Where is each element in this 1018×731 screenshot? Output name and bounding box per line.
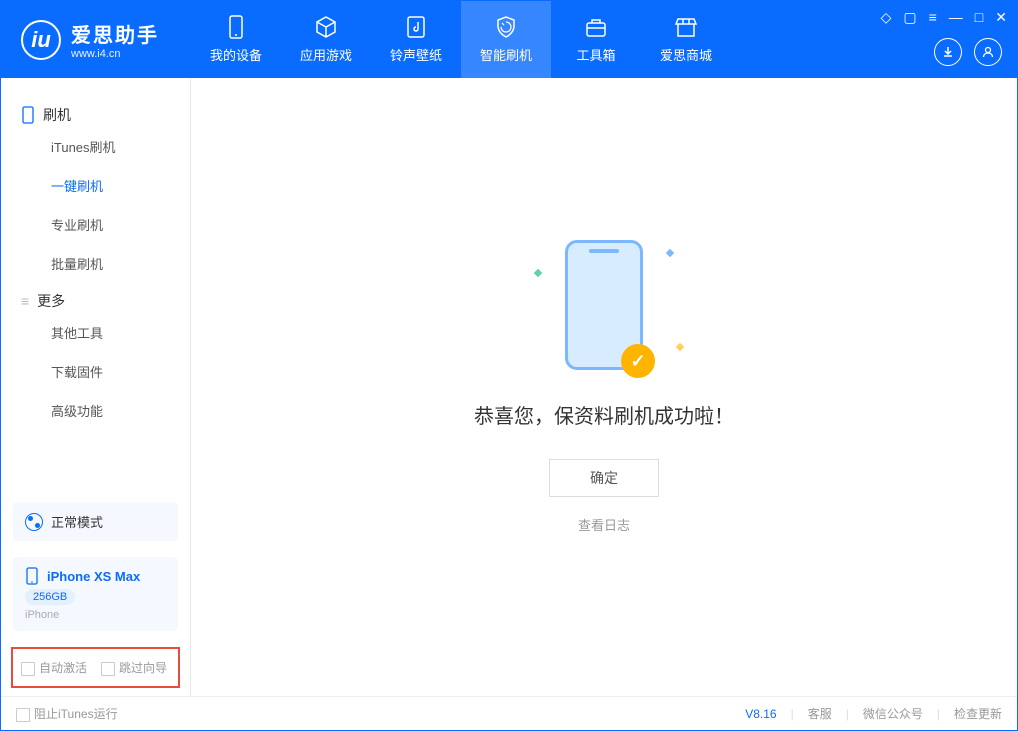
menu-icon[interactable]: ≡	[929, 9, 937, 26]
store-icon	[674, 15, 698, 39]
logo-icon: iu	[21, 20, 61, 60]
checkbox-skip-guide[interactable]: 跳过向导	[101, 659, 167, 676]
check-update-link[interactable]: 检查更新	[954, 705, 1002, 722]
brand-name: 爱思助手	[71, 19, 159, 48]
tab-label: 我的设备	[210, 45, 262, 64]
maximize-icon[interactable]: □	[975, 9, 983, 26]
device-mode-label: 正常模式	[51, 512, 103, 531]
header-actions	[934, 38, 1002, 66]
checkbox-auto-activate[interactable]: 自动激活	[21, 659, 87, 676]
download-icon[interactable]	[934, 38, 962, 66]
tab-store[interactable]: 爱思商城	[641, 1, 731, 78]
tab-toolbox[interactable]: 工具箱	[551, 1, 641, 78]
tab-apps[interactable]: 应用游戏	[281, 1, 371, 78]
flash-options-highlight: 自动激活 跳过向导	[11, 647, 180, 688]
tab-flash[interactable]: 智能刷机	[461, 1, 551, 78]
view-log-link[interactable]: 查看日志	[578, 515, 630, 534]
sidebar: 刷机 iTunes刷机 一键刷机 专业刷机 批量刷机 ≡ 更多 其他工具 下载固…	[1, 78, 191, 696]
tab-ringtone[interactable]: 铃声壁纸	[371, 1, 461, 78]
header: iu 爱思助手 www.i4.cn 我的设备 应用游戏 铃声壁纸 智能刷机	[1, 1, 1017, 78]
device-name: iPhone XS Max	[47, 569, 140, 584]
sidebar-item-pro-flash[interactable]: 专业刷机	[51, 215, 170, 234]
device-info-box[interactable]: iPhone XS Max 256GB iPhone	[13, 557, 178, 631]
tab-label: 铃声壁纸	[390, 45, 442, 64]
mode-icon	[25, 513, 43, 531]
main-content: ✓ 恭喜您，保资料刷机成功啦！ 确定 查看日志	[191, 78, 1017, 696]
box-icon[interactable]: ▢	[903, 9, 916, 26]
footer: 阻止iTunes运行 V8.16 | 客服 | 微信公众号 | 检查更新	[1, 696, 1017, 730]
minimize-icon[interactable]: —	[949, 9, 963, 26]
ok-button[interactable]: 确定	[549, 459, 659, 497]
phone-small-icon	[21, 106, 35, 124]
sidebar-item-advanced[interactable]: 高级功能	[51, 401, 170, 420]
shirt-icon[interactable]: ◇	[881, 9, 892, 26]
success-illustration: ✓	[565, 240, 643, 370]
sidebar-section-flash: 刷机	[21, 105, 170, 125]
check-icon: ✓	[621, 344, 655, 378]
sidebar-item-oneclick-flash[interactable]: 一键刷机	[51, 176, 170, 195]
tab-label: 应用游戏	[300, 45, 352, 64]
sidebar-item-firmware[interactable]: 下载固件	[51, 362, 170, 381]
sidebar-item-batch-flash[interactable]: 批量刷机	[51, 254, 170, 273]
music-icon	[404, 15, 428, 39]
window-controls: ◇ ▢ ≡ — □ ✕	[881, 9, 1007, 26]
device-phone-icon	[25, 567, 39, 585]
phone-icon	[224, 15, 248, 39]
logo[interactable]: iu 爱思助手 www.i4.cn	[1, 19, 191, 60]
device-capacity: 256GB	[25, 589, 75, 605]
tab-my-device[interactable]: 我的设备	[191, 1, 281, 78]
success-message: 恭喜您，保资料刷机成功啦！	[474, 400, 734, 429]
toolbox-icon	[584, 15, 608, 39]
tab-label: 工具箱	[576, 45, 615, 64]
device-type: iPhone	[25, 609, 59, 621]
sidebar-section-more: ≡ 更多	[21, 291, 170, 311]
user-icon[interactable]	[974, 38, 1002, 66]
wechat-link[interactable]: 微信公众号	[863, 705, 923, 722]
checkbox-block-itunes[interactable]: 阻止iTunes运行	[16, 705, 118, 722]
device-mode-box[interactable]: 正常模式	[13, 502, 178, 541]
brand-site: www.i4.cn	[71, 48, 159, 60]
main-tabs: 我的设备 应用游戏 铃声壁纸 智能刷机 工具箱 爱思商城	[191, 1, 731, 78]
support-link[interactable]: 客服	[808, 705, 832, 722]
tab-label: 爱思商城	[660, 45, 712, 64]
tab-label: 智能刷机	[480, 45, 532, 64]
version-label: V8.16	[745, 707, 776, 721]
shield-icon	[494, 15, 518, 39]
sidebar-item-other-tools[interactable]: 其他工具	[51, 323, 170, 342]
close-icon[interactable]: ✕	[995, 9, 1007, 26]
list-icon: ≡	[21, 293, 29, 309]
cube-icon	[314, 15, 338, 39]
sidebar-item-itunes-flash[interactable]: iTunes刷机	[51, 137, 170, 156]
